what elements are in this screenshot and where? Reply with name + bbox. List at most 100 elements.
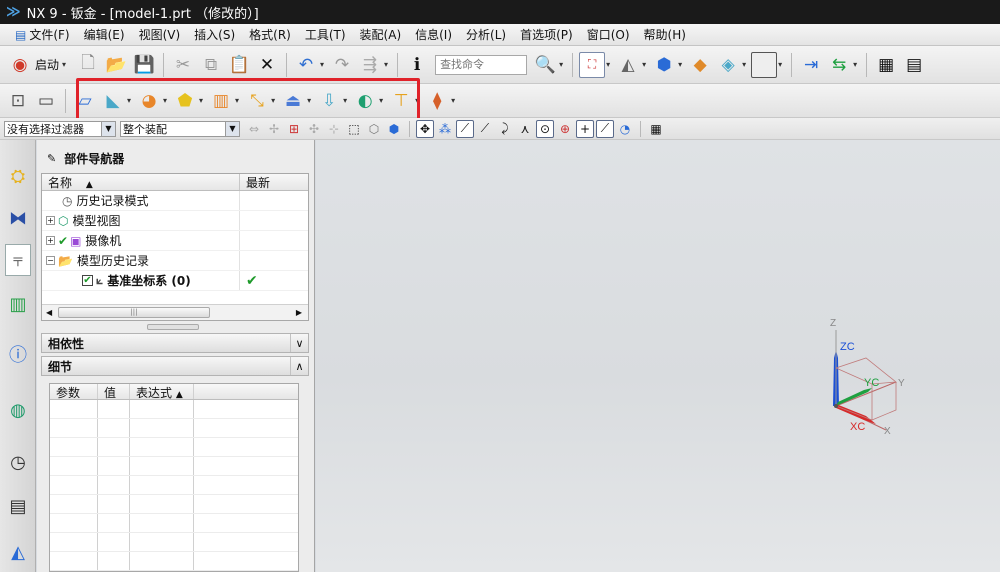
- chevron-down-icon[interactable]: ▾: [678, 60, 682, 69]
- chevron-down-icon[interactable]: ▾: [642, 60, 646, 69]
- part-navigator-icon[interactable]: ⫧: [5, 244, 31, 276]
- punch-icon[interactable]: ⏏: [280, 88, 306, 114]
- chevron-down-icon[interactable]: ▾: [307, 96, 311, 105]
- point-constructor-icon[interactable]: ▦: [647, 120, 665, 138]
- tree-row[interactable]: ◷ 历史记录模式: [42, 191, 308, 211]
- constraint-navigator-icon[interactable]: ⧓: [5, 202, 31, 234]
- shaded-view-icon[interactable]: ⬢: [651, 52, 677, 78]
- lofted-flange-icon[interactable]: ⬟: [172, 88, 198, 114]
- save-icon[interactable]: 💾: [131, 52, 157, 78]
- chevron-down-icon[interactable]: ▾: [451, 96, 455, 105]
- flat-pattern-icon[interactable]: ⇩: [316, 88, 342, 114]
- assembly-navigator-icon[interactable]: ⛭: [5, 160, 31, 192]
- corner-icon[interactable]: ⤡: [244, 88, 270, 114]
- end-point-icon[interactable]: ⟋: [456, 119, 474, 138]
- move-component-icon[interactable]: ⇥: [798, 52, 824, 78]
- column-value-header[interactable]: 值: [98, 384, 130, 400]
- lighting-icon[interactable]: ◆: [687, 52, 713, 78]
- convert-icon[interactable]: ◐: [352, 88, 378, 114]
- collapse-icon[interactable]: −: [46, 256, 55, 265]
- dependencies-section[interactable]: 相依性 ∨: [41, 333, 309, 353]
- trim-body-icon[interactable]: ⧫: [424, 88, 450, 114]
- multi-select-icon[interactable]: ⁂: [436, 120, 454, 138]
- history-palette-icon[interactable]: ◍: [5, 394, 31, 426]
- selection-intent-icon[interactable]: ⊞: [285, 120, 303, 138]
- tree-row[interactable]: ✔ ⟀ 基准坐标系 (0) ✔: [42, 271, 308, 291]
- chevron-down-icon[interactable]: ▾: [127, 96, 131, 105]
- menu-preferences[interactable]: 首选项(P): [513, 26, 580, 43]
- quadrant-point-icon[interactable]: ⊕: [556, 120, 574, 138]
- checkbox-checked-icon[interactable]: ✔: [82, 275, 93, 286]
- pin-icon[interactable]: ✎: [47, 152, 56, 165]
- body-select-icon[interactable]: ⬢: [385, 120, 403, 138]
- search-icon[interactable]: 🔍: [532, 52, 558, 78]
- chevron-down-icon[interactable]: ▾: [199, 96, 203, 105]
- bend-icon[interactable]: ▥: [208, 88, 234, 114]
- spreadsheet-icon[interactable]: ▦: [873, 52, 899, 78]
- new-file-icon[interactable]: 🗋: [75, 52, 101, 78]
- point-on-curve-icon[interactable]: ⟋: [596, 119, 614, 138]
- clip-section-icon[interactable]: ◈: [715, 52, 741, 78]
- menu-insert[interactable]: 插入(S): [187, 26, 242, 43]
- graphics-window[interactable]: Z ZC YC Y XC X: [316, 140, 1000, 572]
- select-all-icon[interactable]: ✣: [305, 120, 323, 138]
- contour-flange-icon[interactable]: ◕: [136, 88, 162, 114]
- chevron-down-icon[interactable]: ▾: [271, 96, 275, 105]
- redo-icon[interactable]: ↷: [329, 52, 355, 78]
- arc-center-icon[interactable]: ⊙: [536, 119, 554, 138]
- chevron-down-icon[interactable]: ▾: [320, 60, 324, 69]
- menu-info[interactable]: 信息(I): [408, 26, 459, 43]
- delete-icon[interactable]: ✕: [254, 52, 280, 78]
- advanced-flange-icon[interactable]: ⊤: [388, 88, 414, 114]
- menu-help[interactable]: 帮助(H): [637, 26, 693, 43]
- datum-plane-icon[interactable]: ▭: [33, 88, 59, 114]
- start-button[interactable]: ◉ 启动 ▾: [6, 52, 70, 78]
- tree-row[interactable]: + ✔ ▣ 摄像机: [42, 231, 308, 251]
- assembly-constraint-icon[interactable]: ⇆: [826, 52, 852, 78]
- existing-point-icon[interactable]: +: [576, 119, 594, 138]
- chevron-down-icon[interactable]: ▾: [343, 96, 347, 105]
- column-parameter-header[interactable]: 参数: [50, 384, 98, 400]
- chevron-down-icon[interactable]: ▾: [163, 96, 167, 105]
- menu-window[interactable]: 窗口(O): [580, 26, 637, 43]
- repeat-command-icon[interactable]: ⇶: [357, 52, 383, 78]
- feature-select-icon[interactable]: ⬡: [365, 120, 383, 138]
- scroll-left-icon[interactable]: ◀: [46, 308, 52, 317]
- chevron-down-icon[interactable]: ▾: [415, 96, 419, 105]
- chevron-down-icon[interactable]: ▾: [379, 96, 383, 105]
- deselect-icon[interactable]: ⊹: [325, 120, 343, 138]
- menu-format[interactable]: 格式(R): [242, 26, 298, 43]
- column-expression-header[interactable]: 表达式 ▲: [130, 384, 194, 400]
- scroll-thumb[interactable]: |||: [58, 307, 210, 318]
- tree-row[interactable]: − 📂 模型历史记录: [42, 251, 308, 271]
- chevron-down-icon[interactable]: ▾: [853, 60, 857, 69]
- snap-points-icon[interactable]: ✥: [416, 119, 434, 138]
- orient-view-icon[interactable]: ◭: [615, 52, 641, 78]
- background-color-icon[interactable]: [751, 51, 778, 78]
- sketch-icon[interactable]: ⊡: [5, 88, 31, 114]
- horizontal-scrollbar[interactable]: ◀ ||| ▶: [42, 304, 308, 320]
- reuse-library-icon[interactable]: ▥: [5, 288, 31, 320]
- menu-file[interactable]: ▤ 文件(F): [8, 26, 77, 43]
- cut-icon[interactable]: ✂: [170, 52, 196, 78]
- snap-point-icon[interactable]: ✢: [265, 120, 283, 138]
- menu-tools[interactable]: 工具(T): [298, 26, 353, 43]
- expand-icon[interactable]: +: [46, 236, 55, 245]
- details-section[interactable]: 细节 ∧: [41, 356, 309, 376]
- point-on-face-icon[interactable]: ◔: [616, 120, 634, 138]
- expand-icon[interactable]: +: [46, 216, 55, 225]
- fit-view-icon[interactable]: ⛶: [579, 51, 606, 78]
- tree-row[interactable]: + ⬡ 模型视图: [42, 211, 308, 231]
- info-icon[interactable]: ℹ: [404, 52, 430, 78]
- open-folder-icon[interactable]: 📂: [103, 52, 129, 78]
- web-browser-icon[interactable]: ⓘ: [5, 338, 31, 370]
- chevron-down-icon[interactable]: ▾: [778, 60, 782, 69]
- filter-options-icon[interactable]: ⇔: [245, 120, 263, 138]
- chevron-down-icon[interactable]: ▾: [742, 60, 746, 69]
- system-materials-icon[interactable]: ▤: [5, 490, 31, 522]
- chevron-down-icon[interactable]: ▾: [606, 60, 610, 69]
- type-filter-select[interactable]: 没有选择过滤器 ▼: [4, 120, 116, 137]
- scroll-right-icon[interactable]: ▶: [296, 308, 302, 317]
- menu-assembly[interactable]: 装配(A): [353, 26, 409, 43]
- menu-view[interactable]: 视图(V): [132, 26, 188, 43]
